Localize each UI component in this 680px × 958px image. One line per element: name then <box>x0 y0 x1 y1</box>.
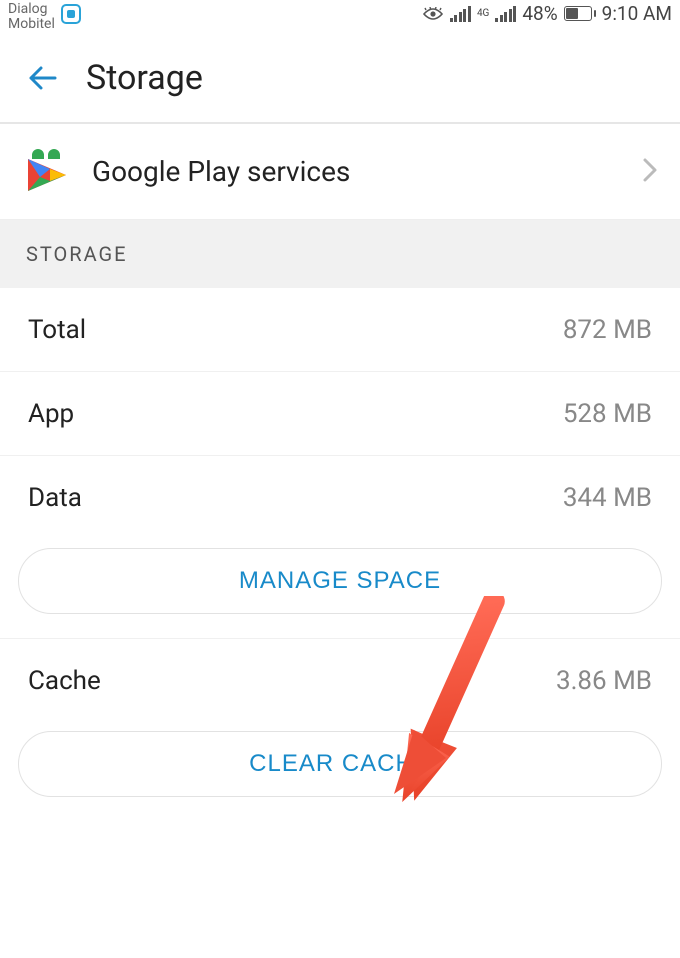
google-play-services-icon <box>22 147 72 197</box>
back-button[interactable] <box>18 53 68 103</box>
carrier-label: Dialog Mobitel <box>8 2 55 31</box>
signal-bars-2-icon <box>495 6 516 22</box>
status-right: 4G 48% 9:10 AM <box>422 2 672 25</box>
cache-value: 3.86 MB <box>556 666 652 696</box>
eye-comfort-icon <box>422 7 444 21</box>
row-cache: Cache 3.86 MB <box>0 639 680 723</box>
cache-label: Cache <box>28 666 101 696</box>
notification-app-icon <box>61 4 81 24</box>
row-app: App 528 MB <box>0 372 680 456</box>
row-total: Total 872 MB <box>0 288 680 372</box>
status-bar: Dialog Mobitel 4G 48% 9:10 AM <box>0 0 680 34</box>
row-data: Data 344 MB <box>0 456 680 540</box>
clear-cache-button[interactable]: CLEAR CACHE <box>18 731 662 797</box>
section-header-storage: STORAGE <box>0 220 680 288</box>
total-value: 872 MB <box>563 315 652 345</box>
data-indicator: 4G <box>477 9 489 19</box>
title-bar: Storage <box>0 34 680 124</box>
chevron-right-icon <box>642 157 658 187</box>
clear-cache-wrap: CLEAR CACHE <box>0 723 680 821</box>
manage-space-wrap: MANAGE SPACE <box>0 540 680 639</box>
status-left: Dialog Mobitel <box>8 2 81 31</box>
app-name: Google Play services <box>92 155 642 188</box>
manage-space-button[interactable]: MANAGE SPACE <box>18 548 662 614</box>
battery-icon <box>564 6 596 21</box>
data-value: 344 MB <box>563 483 652 513</box>
data-label: Data <box>28 483 82 513</box>
page-title: Storage <box>86 58 203 98</box>
app-row[interactable]: Google Play services <box>0 124 680 220</box>
total-label: Total <box>28 315 86 345</box>
app-size-value: 528 MB <box>563 399 652 429</box>
battery-percentage: 48% <box>522 2 557 25</box>
back-arrow-icon <box>23 58 63 98</box>
app-size-label: App <box>28 399 74 429</box>
signal-bars-1-icon <box>450 6 471 22</box>
clock: 9:10 AM <box>602 2 672 25</box>
